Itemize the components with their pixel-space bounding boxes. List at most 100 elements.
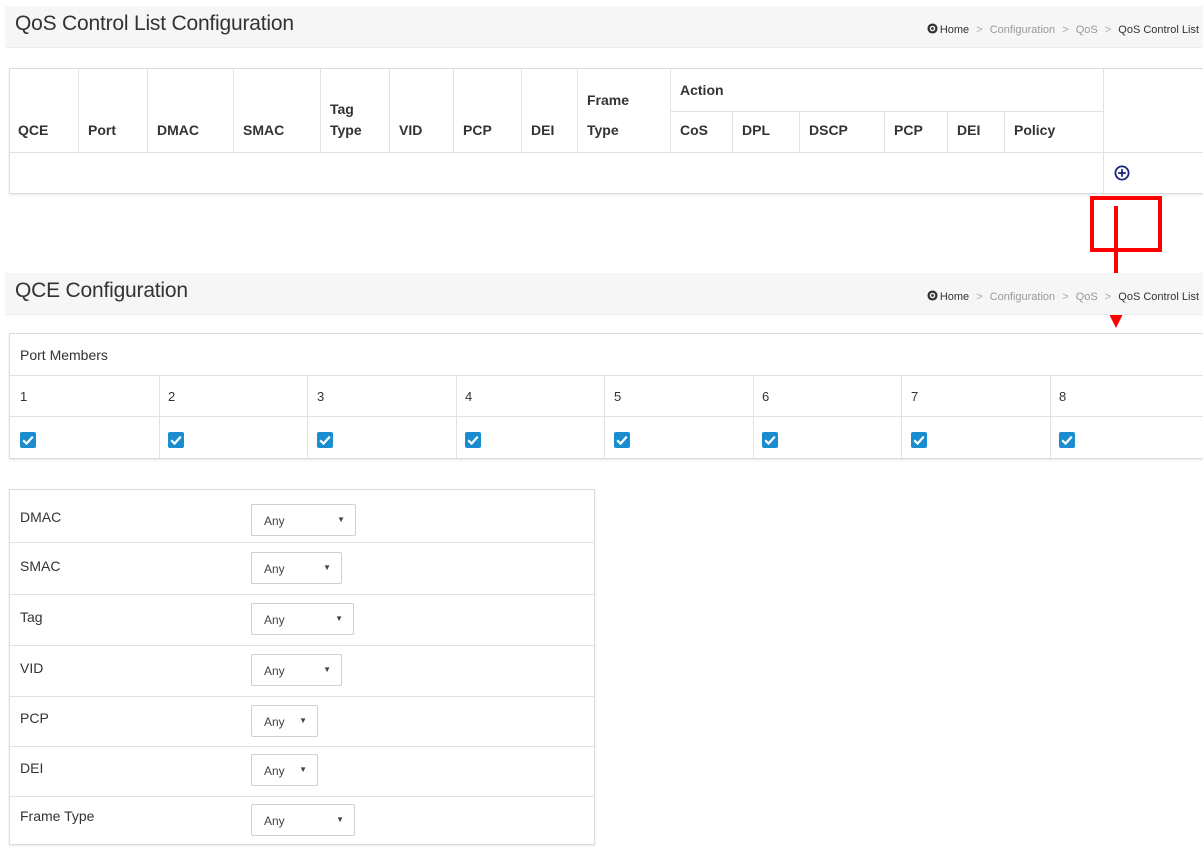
col-divider: [1004, 111, 1005, 153]
tag-select-value: Any: [264, 613, 285, 627]
col-header-vid: VID: [399, 122, 423, 138]
breadcrumb-current: QoS Control List: [1118, 291, 1199, 303]
pcp-select[interactable]: Any ▼: [251, 705, 318, 737]
vid-label: VID: [20, 660, 44, 676]
vid-select[interactable]: Any ▼: [251, 654, 342, 686]
col-divider: [884, 111, 885, 153]
col-header-action: Action: [680, 82, 724, 98]
col-header-action-pcp: PCP: [894, 122, 923, 138]
col-divider: [78, 69, 79, 153]
breadcrumb-separator: >: [1104, 24, 1112, 36]
dei-label: DEI: [20, 760, 44, 776]
port-label-2: 2: [168, 389, 176, 404]
frame-type-select-value: Any: [264, 814, 285, 828]
port-label-7: 7: [911, 389, 919, 404]
col-header-dei: DEI: [531, 122, 555, 138]
dashboard-icon: [927, 23, 938, 34]
smac-select-value: Any: [264, 562, 285, 576]
chevron-down-icon: ▼: [299, 765, 307, 774]
dmac-label: DMAC: [20, 509, 62, 525]
dei-select[interactable]: Any ▼: [251, 754, 318, 786]
breadcrumb-home[interactable]: Home: [940, 291, 969, 303]
chevron-down-icon: ▼: [336, 815, 344, 824]
col-header-dmac: DMAC: [157, 122, 199, 138]
row-divider: [10, 645, 594, 646]
col-divider: [307, 376, 308, 458]
port-2-checkbox[interactable]: [168, 432, 184, 448]
breadcrumb-separator: >: [1062, 291, 1069, 303]
qcl-table: QCE Port DMAC SMAC Tag Type VID PCP DEI …: [9, 68, 1203, 194]
port-1-checkbox[interactable]: [20, 432, 36, 448]
dmac-select-value: Any: [264, 514, 285, 528]
smac-select[interactable]: Any ▼: [251, 552, 342, 584]
port-3-checkbox[interactable]: [317, 432, 333, 448]
qce-filter-form: DMAC Any ▼ SMAC Any ▼ Tag Any ▼ VID Any …: [9, 489, 595, 845]
port-members-title: Port Members: [20, 347, 108, 363]
annotation-arrow-head: [1109, 314, 1123, 328]
page-title: QoS Control List Configuration: [15, 12, 294, 35]
add-circle-icon[interactable]: [1114, 165, 1130, 181]
port-members-table: Port Members 1 2 3 4 5 6 7 8: [9, 333, 1203, 459]
col-divider: [456, 376, 457, 458]
dei-select-value: Any: [264, 764, 285, 778]
port-6-checkbox[interactable]: [762, 432, 778, 448]
col-header-tag-type-line2: Type: [330, 122, 362, 138]
port-label-6: 6: [762, 389, 770, 404]
port-7-checkbox[interactable]: [911, 432, 927, 448]
col-divider: [947, 111, 948, 153]
col-header-qce: QCE: [18, 122, 49, 138]
port-label-1: 1: [20, 389, 28, 404]
pcp-label: PCP: [20, 710, 49, 726]
col-header-tag-type-line1: Tag: [330, 101, 354, 117]
col-divider: [753, 376, 754, 458]
col-divider: [577, 69, 578, 153]
row-divider: [10, 416, 1203, 417]
col-header-action-dei: DEI: [957, 122, 981, 138]
col-divider: [320, 69, 321, 153]
checkmark-icon: [616, 435, 628, 446]
col-divider: [1050, 376, 1051, 458]
breadcrumb-configuration[interactable]: Configuration: [990, 291, 1055, 303]
qce-panel-header: QCE Configuration Home > Configuration >…: [5, 273, 1203, 315]
breadcrumb-configuration[interactable]: Configuration: [990, 24, 1055, 36]
col-divider: [389, 69, 390, 153]
breadcrumb-qos[interactable]: QoS: [1076, 291, 1098, 303]
breadcrumb: Home > Configuration > QoS > QoS Control…: [927, 23, 1199, 36]
breadcrumb-home[interactable]: Home: [940, 24, 969, 36]
port-4-checkbox[interactable]: [465, 432, 481, 448]
port-label-8: 8: [1059, 389, 1067, 404]
breadcrumb-separator: >: [976, 24, 983, 36]
col-divider: [159, 376, 160, 458]
frame-type-label: Frame Type: [20, 808, 95, 824]
vid-select-value: Any: [264, 664, 285, 678]
checkmark-icon: [1061, 435, 1073, 446]
col-divider: [521, 69, 522, 153]
port-label-5: 5: [614, 389, 622, 404]
breadcrumb-current: QoS Control List: [1118, 24, 1199, 36]
chevron-down-icon: ▼: [335, 614, 343, 623]
port-8-checkbox[interactable]: [1059, 432, 1075, 448]
port-label-4: 4: [465, 389, 473, 404]
col-header-frame-type-line2: Type: [587, 122, 619, 138]
header-bottom-rule: [10, 152, 1203, 153]
col-divider: [147, 69, 148, 153]
action-header-divider: [670, 111, 1103, 112]
col-divider: [670, 69, 671, 153]
checkmark-icon: [22, 435, 34, 446]
col-header-smac: SMAC: [243, 122, 285, 138]
col-divider: [1103, 69, 1104, 193]
dmac-select[interactable]: Any ▼: [251, 504, 356, 536]
breadcrumb-separator: >: [1062, 24, 1069, 36]
port-5-checkbox[interactable]: [614, 432, 630, 448]
checkmark-icon: [913, 435, 925, 446]
breadcrumb-separator: >: [976, 291, 983, 303]
chevron-down-icon: ▼: [337, 515, 345, 524]
frame-type-select[interactable]: Any ▼: [251, 804, 355, 836]
breadcrumb-qos[interactable]: QoS: [1076, 24, 1098, 36]
tag-select[interactable]: Any ▼: [251, 603, 354, 635]
checkmark-icon: [170, 435, 182, 446]
checkmark-icon: [467, 435, 479, 446]
checkmark-icon: [319, 435, 331, 446]
annotation-highlight-box: [1090, 196, 1162, 252]
chevron-down-icon: ▼: [323, 665, 331, 674]
